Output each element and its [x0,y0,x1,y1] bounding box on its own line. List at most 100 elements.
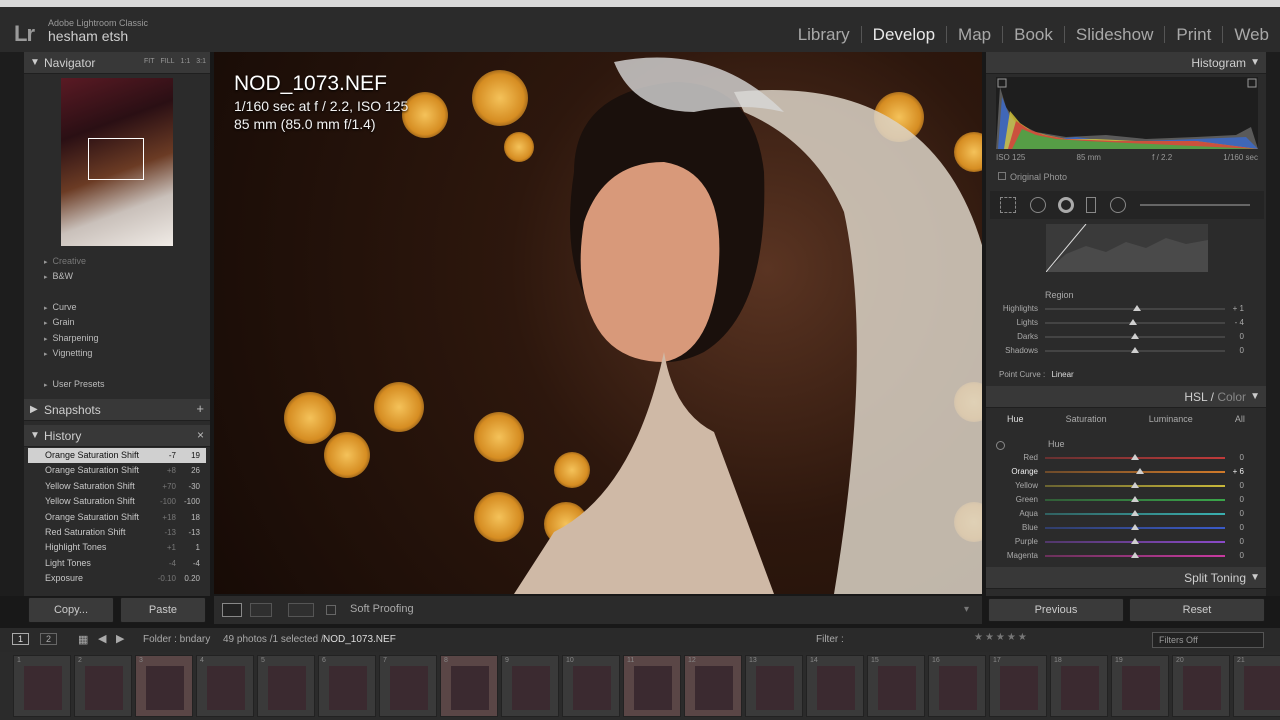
slider-thumb[interactable] [1131,538,1139,544]
slider-thumb[interactable] [1131,496,1139,502]
point-curve-selector[interactable]: Point Curve : Linear [999,370,1074,379]
radial-filter-icon[interactable] [1110,197,1126,213]
hue-slider-yellow[interactable]: Yellow 0 [998,479,1254,493]
filmstrip-thumbnail[interactable]: 20 [1172,655,1230,717]
toolbar-menu-icon[interactable]: ▾ [964,604,969,615]
tab-all[interactable]: All [1235,414,1245,424]
slider-value[interactable]: 0 [1240,509,1244,518]
slider-thumb[interactable] [1131,333,1139,339]
filters-off-dropdown[interactable]: Filters Off [1152,632,1264,648]
zoom-fit-option[interactable]: FIT [144,58,155,65]
hue-slider-purple[interactable]: Purple 0 [998,535,1254,549]
filmstrip-thumbnail[interactable]: 5 [257,655,315,717]
filmstrip-thumbnail[interactable]: 11 [623,655,681,717]
rating-filter-stars[interactable]: ★★★★★ [974,632,1029,643]
selected-filename[interactable]: NOD_1073.NEF [323,634,396,645]
histogram-graph[interactable] [996,77,1258,149]
slider-value[interactable]: 0 [1240,481,1244,490]
adjustment-brush-icon[interactable] [1140,204,1250,206]
slider-value[interactable]: 0 [1240,346,1244,355]
module-print[interactable]: Print [1164,26,1222,43]
hsl-header[interactable]: HSL / Color ▼ [986,386,1266,408]
original-photo-checkbox[interactable] [998,172,1006,180]
history-item[interactable]: Yellow Saturation Shift +70 -30 [28,479,206,494]
slider-thumb[interactable] [1131,347,1139,353]
slider-track[interactable] [1045,471,1225,473]
preset-folder-vignetting[interactable]: ▸ Vignetting [44,348,92,358]
slider-thumb[interactable] [1131,454,1139,460]
paste-settings-button[interactable]: Paste [120,597,206,623]
graduated-filter-icon[interactable] [1086,197,1096,213]
filmstrip-thumbnail[interactable]: 15 [867,655,925,717]
tone-curve-graph[interactable] [1046,224,1208,272]
module-slideshow[interactable]: Slideshow [1063,26,1165,43]
filmstrip-thumbnail[interactable]: 4 [196,655,254,717]
tone-slider-lights[interactable]: Lights - 4 [998,316,1254,330]
history-item[interactable]: Orange Saturation Shift -7 19 [28,448,206,464]
forward-arrow-icon[interactable]: ▶ [116,632,124,645]
module-develop[interactable]: Develop [860,26,946,43]
loupe-view-icon[interactable] [222,603,242,617]
histogram-header[interactable]: Histogram ▼ [986,52,1266,74]
hue-slider-magenta[interactable]: Magenta 0 [998,549,1254,563]
left-panel-toggle[interactable] [0,52,24,596]
reset-button[interactable]: Reset [1129,598,1265,622]
history-item[interactable]: Yellow Saturation Shift -100 -100 [28,494,206,509]
zoom-fill-option[interactable]: FILL [161,58,175,65]
crop-tool-icon[interactable] [1000,197,1016,213]
slider-thumb[interactable] [1131,524,1139,530]
slider-thumb[interactable] [1129,319,1138,325]
filmstrip-thumbnail[interactable]: 6 [318,655,376,717]
slider-value[interactable]: 0 [1240,453,1244,462]
preset-folder-bw[interactable]: ▸ B&W [44,271,73,281]
clear-history-icon[interactable]: × [197,428,204,442]
copy-settings-button[interactable]: Copy... [28,597,114,623]
before-after-icon[interactable] [250,603,272,617]
right-panel-scrollbar[interactable] [1266,52,1280,596]
slider-thumb[interactable] [1131,510,1139,516]
tab-luminance[interactable]: Luminance [1149,414,1193,424]
slider-value[interactable]: 0 [1240,495,1244,504]
tone-slider-darks[interactable]: Darks 0 [998,330,1254,344]
window-2-button[interactable]: 2 [40,633,58,645]
slider-thumb[interactable] [1131,552,1139,558]
slider-thumb[interactable] [1136,468,1145,474]
history-item[interactable]: Red Saturation Shift -13 -13 [28,525,206,540]
slider-value[interactable]: + 6 [1233,467,1244,476]
main-photo[interactable]: NOD_1073.NEF 1/160 sec at f / 2.2, ISO 1… [214,52,982,594]
preset-folder-creative[interactable]: ▸ Creative [44,256,86,266]
filmstrip-thumbnail[interactable]: 16 [928,655,986,717]
slider-value[interactable]: + 1 [1233,304,1244,313]
navigator-header[interactable]: ▼ Navigator FIT FILL 1:1 3:1 [24,52,210,74]
filmstrip-thumbnail[interactable]: 12 [684,655,742,717]
tone-slider-shadows[interactable]: Shadows 0 [998,344,1254,358]
snapshots-header[interactable]: ▶ Snapshots + [24,399,210,421]
module-book[interactable]: Book [1002,26,1064,43]
slider-thumb[interactable] [1132,305,1141,311]
module-library[interactable]: Library [787,26,861,43]
history-header[interactable]: ▼ History × [24,425,210,447]
preset-folder-user-presets[interactable]: ▸ User Presets [44,379,105,389]
target-adjustment-icon[interactable] [996,441,1005,450]
filmstrip-thumbnail[interactable]: 3 [135,655,193,717]
filmstrip-thumbnail[interactable]: 7 [379,655,437,717]
previous-button[interactable]: Previous [988,598,1124,622]
split-toning-header[interactable]: Split Toning ▼ [986,567,1266,589]
filmstrip-thumbnail[interactable]: 8 [440,655,498,717]
history-item[interactable]: Orange Saturation Shift +18 18 [28,510,206,525]
add-snapshot-icon[interactable]: + [196,401,204,416]
history-item[interactable]: Orange Saturation Shift +8 26 [28,463,206,478]
filmstrip-thumbnail[interactable]: 10 [562,655,620,717]
history-item[interactable]: Light Tones -4 -4 [28,556,206,571]
preset-folder-sharpening[interactable]: ▸ Sharpening [44,333,99,343]
slider-value[interactable]: - 4 [1235,318,1244,327]
hue-slider-orange[interactable]: Orange + 6 [998,465,1254,479]
history-item[interactable]: Highlight Tones +1 1 [28,540,206,555]
filmstrip-thumbnail[interactable]: 19 [1111,655,1169,717]
slider-thumb[interactable] [1131,482,1139,488]
slider-value[interactable]: 0 [1240,551,1244,560]
filmstrip-thumbnail[interactable]: 9 [501,655,559,717]
history-item[interactable]: Exposure -0.10 0.20 [28,571,206,586]
window-1-button[interactable]: 1 [12,633,30,645]
navigator-zoom-box[interactable] [88,138,144,180]
